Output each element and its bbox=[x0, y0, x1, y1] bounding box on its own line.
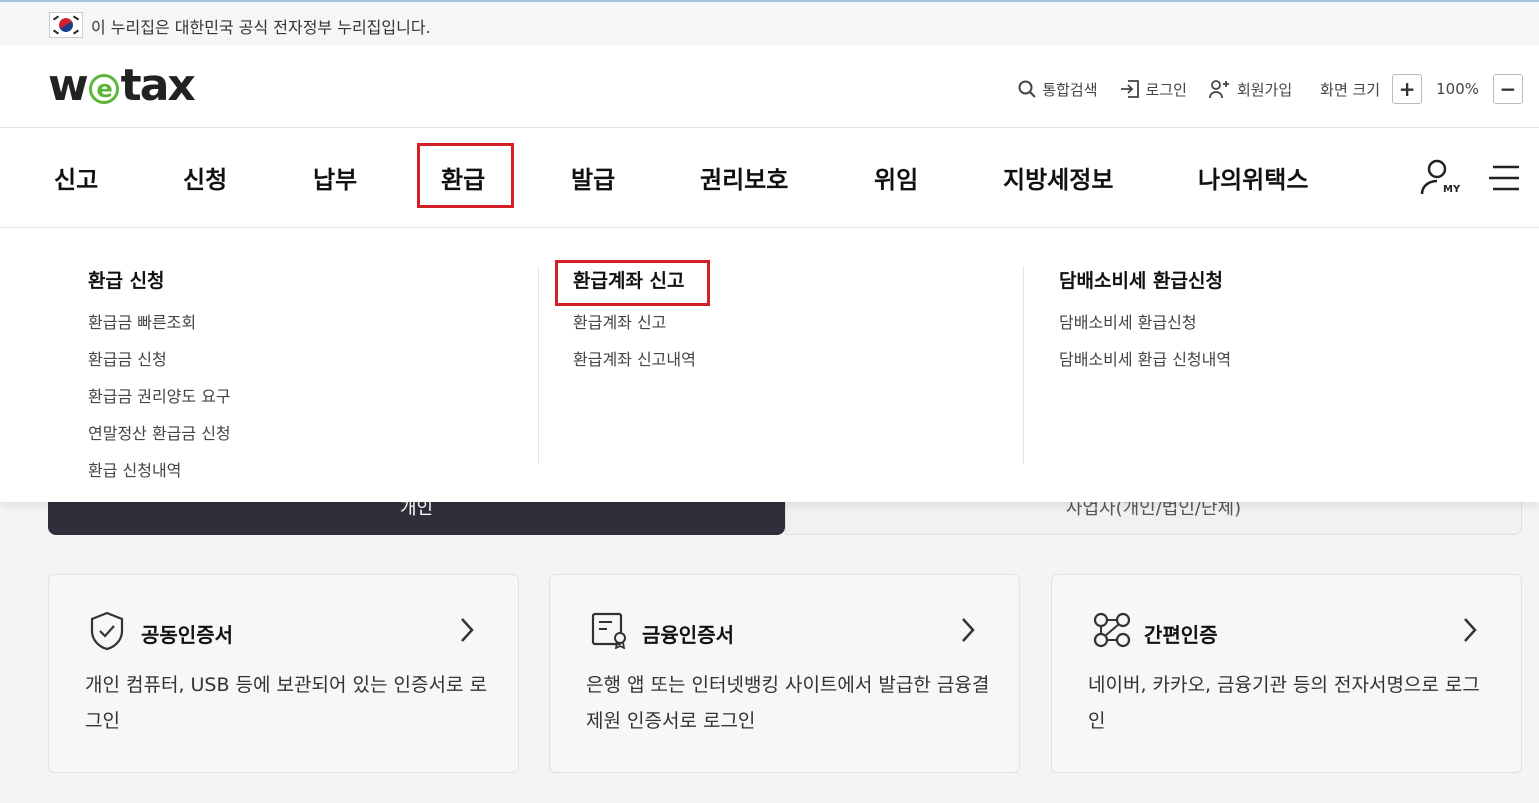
logo-part-tax: tax bbox=[120, 60, 196, 111]
search-link[interactable]: 통합검색 bbox=[1018, 79, 1098, 100]
logo-part-e: e bbox=[88, 73, 119, 104]
wetax-logo[interactable]: w e tax bbox=[48, 60, 196, 111]
dropdown-link[interactable]: 담배소비세 환급 신청내역 bbox=[1059, 346, 1231, 370]
dropdown-link[interactable]: 환급 신청내역 bbox=[88, 457, 231, 481]
dropdown-link[interactable]: 환급금 빠른조회 bbox=[88, 309, 231, 333]
gov-banner-text[interactable]: 이 누리집은 대한민국 공식 전자정부 누리집입니다. bbox=[91, 14, 431, 38]
search-label: 통합검색 bbox=[1042, 80, 1098, 99]
zoom-in-button[interactable]: + bbox=[1392, 74, 1423, 104]
search-icon bbox=[1018, 80, 1037, 98]
my-label: MY bbox=[1443, 184, 1461, 195]
dropdown-link[interactable]: 연말정산 환급금 신청 bbox=[88, 420, 231, 444]
card-description: 네이버, 카카오, 금융기관 등의 전자서명으로 로그인 bbox=[1088, 674, 1480, 732]
network-icon bbox=[1093, 612, 1131, 648]
card-title: 금융인증서 bbox=[642, 623, 734, 647]
card-financial-certificate[interactable]: 금융인증서 은행 앱 또는 인터넷뱅킹 사이트에서 발급한 금융결제원 인증서로… bbox=[549, 574, 1020, 773]
gnb-item-rights[interactable]: 권리보호 bbox=[700, 160, 788, 195]
chevron-right-icon bbox=[1464, 618, 1477, 642]
card-title: 공동인증서 bbox=[141, 623, 233, 647]
zoom-value: 100% bbox=[1436, 80, 1479, 98]
dropdown-link[interactable]: 환급계좌 신고 bbox=[573, 309, 696, 333]
logo-part-w: w bbox=[48, 60, 89, 111]
column-divider bbox=[1023, 266, 1024, 464]
refund-dropdown-menu: 환급 신청 환급금 빠른조회 환급금 신청 환급금 권리양도 요구 연말정산 환… bbox=[0, 228, 1539, 502]
chevron-right-icon bbox=[461, 618, 474, 642]
hamburger-menu-icon[interactable] bbox=[1489, 164, 1521, 192]
signup-label: 회원가입 bbox=[1236, 80, 1293, 99]
refund-highlight-box bbox=[417, 143, 514, 208]
global-nav: 신고 신청 납부 환급 발급 권리보호 위임 지방세정보 나의위택스 MY bbox=[0, 128, 1539, 228]
signup-link[interactable]: 회원가입 bbox=[1209, 79, 1292, 100]
dropdown-link[interactable]: 환급금 신청 bbox=[88, 346, 231, 370]
card-description: 은행 앱 또는 인터넷뱅킹 사이트에서 발급한 금융결제원 인증서로 로그인 bbox=[586, 674, 990, 732]
login-icon bbox=[1120, 80, 1139, 98]
zoom-label: 화면 크기 bbox=[1320, 80, 1381, 99]
dropdown-column-tobacco-refund: 담배소비세 환급신청 담배소비세 환급신청 담배소비세 환급 신청내역 bbox=[1059, 266, 1231, 383]
shield-check-icon bbox=[90, 611, 124, 651]
card-joint-certificate[interactable]: 공동인증서 개인 컴퓨터, USB 등에 보관되어 있는 인증서로 로그인 bbox=[48, 574, 519, 773]
dropdown-column-refund-apply: 환급 신청 환급금 빠른조회 환급금 신청 환급금 권리양도 요구 연말정산 환… bbox=[88, 266, 231, 494]
dropdown-link[interactable]: 환급금 권리양도 요구 bbox=[88, 383, 231, 407]
user-add-icon bbox=[1209, 80, 1229, 99]
gnb-item-report[interactable]: 신고 bbox=[54, 160, 98, 195]
refund-account-highlight-box bbox=[555, 260, 710, 306]
column-divider bbox=[538, 266, 539, 464]
gnb-item-issue[interactable]: 발급 bbox=[571, 160, 615, 195]
korea-flag-icon bbox=[49, 12, 83, 38]
dropdown-link[interactable]: 담배소비세 환급신청 bbox=[1059, 309, 1231, 333]
dropdown-link[interactable]: 환급계좌 신고내역 bbox=[573, 346, 696, 370]
login-link[interactable]: 로그인 bbox=[1120, 79, 1187, 100]
card-description: 개인 컴퓨터, USB 등에 보관되어 있는 인증서로 로그인 bbox=[85, 674, 487, 732]
gnb-item-local-tax-info[interactable]: 지방세정보 bbox=[1003, 160, 1113, 195]
certificate-icon bbox=[591, 612, 626, 649]
gov-banner: 이 누리집은 대한민국 공식 전자정부 누리집입니다. bbox=[0, 0, 1539, 46]
dropdown-column-title[interactable]: 담배소비세 환급신청 bbox=[1059, 266, 1231, 293]
login-label: 로그인 bbox=[1145, 80, 1187, 99]
zoom-out-button[interactable]: − bbox=[1493, 74, 1523, 104]
header-utils: 통합검색 로그인 회원가입 화면 크기 + 100% − bbox=[996, 74, 1523, 104]
gnb-right-icons: MY bbox=[1419, 158, 1521, 198]
card-title: 간편인증 bbox=[1144, 623, 1218, 647]
gnb-item-apply[interactable]: 신청 bbox=[183, 160, 227, 195]
gnb-item-payment[interactable]: 납부 bbox=[313, 160, 357, 195]
gnb-item-delegation[interactable]: 위임 bbox=[874, 160, 918, 195]
card-simple-auth[interactable]: 간편인증 네이버, 카카오, 금융기관 등의 전자서명으로 로그인 bbox=[1051, 574, 1522, 773]
my-page-button[interactable]: MY bbox=[1419, 158, 1461, 198]
gnb-item-my-wetax[interactable]: 나의위택스 bbox=[1198, 160, 1308, 195]
chevron-right-icon bbox=[962, 618, 975, 642]
dropdown-column-title[interactable]: 환급 신청 bbox=[88, 266, 231, 293]
zoom-control: 화면 크기 + 100% − bbox=[1320, 74, 1523, 104]
header: w e tax 통합검색 로그인 회원가입 화면 크기 + 100% − bbox=[0, 46, 1539, 128]
